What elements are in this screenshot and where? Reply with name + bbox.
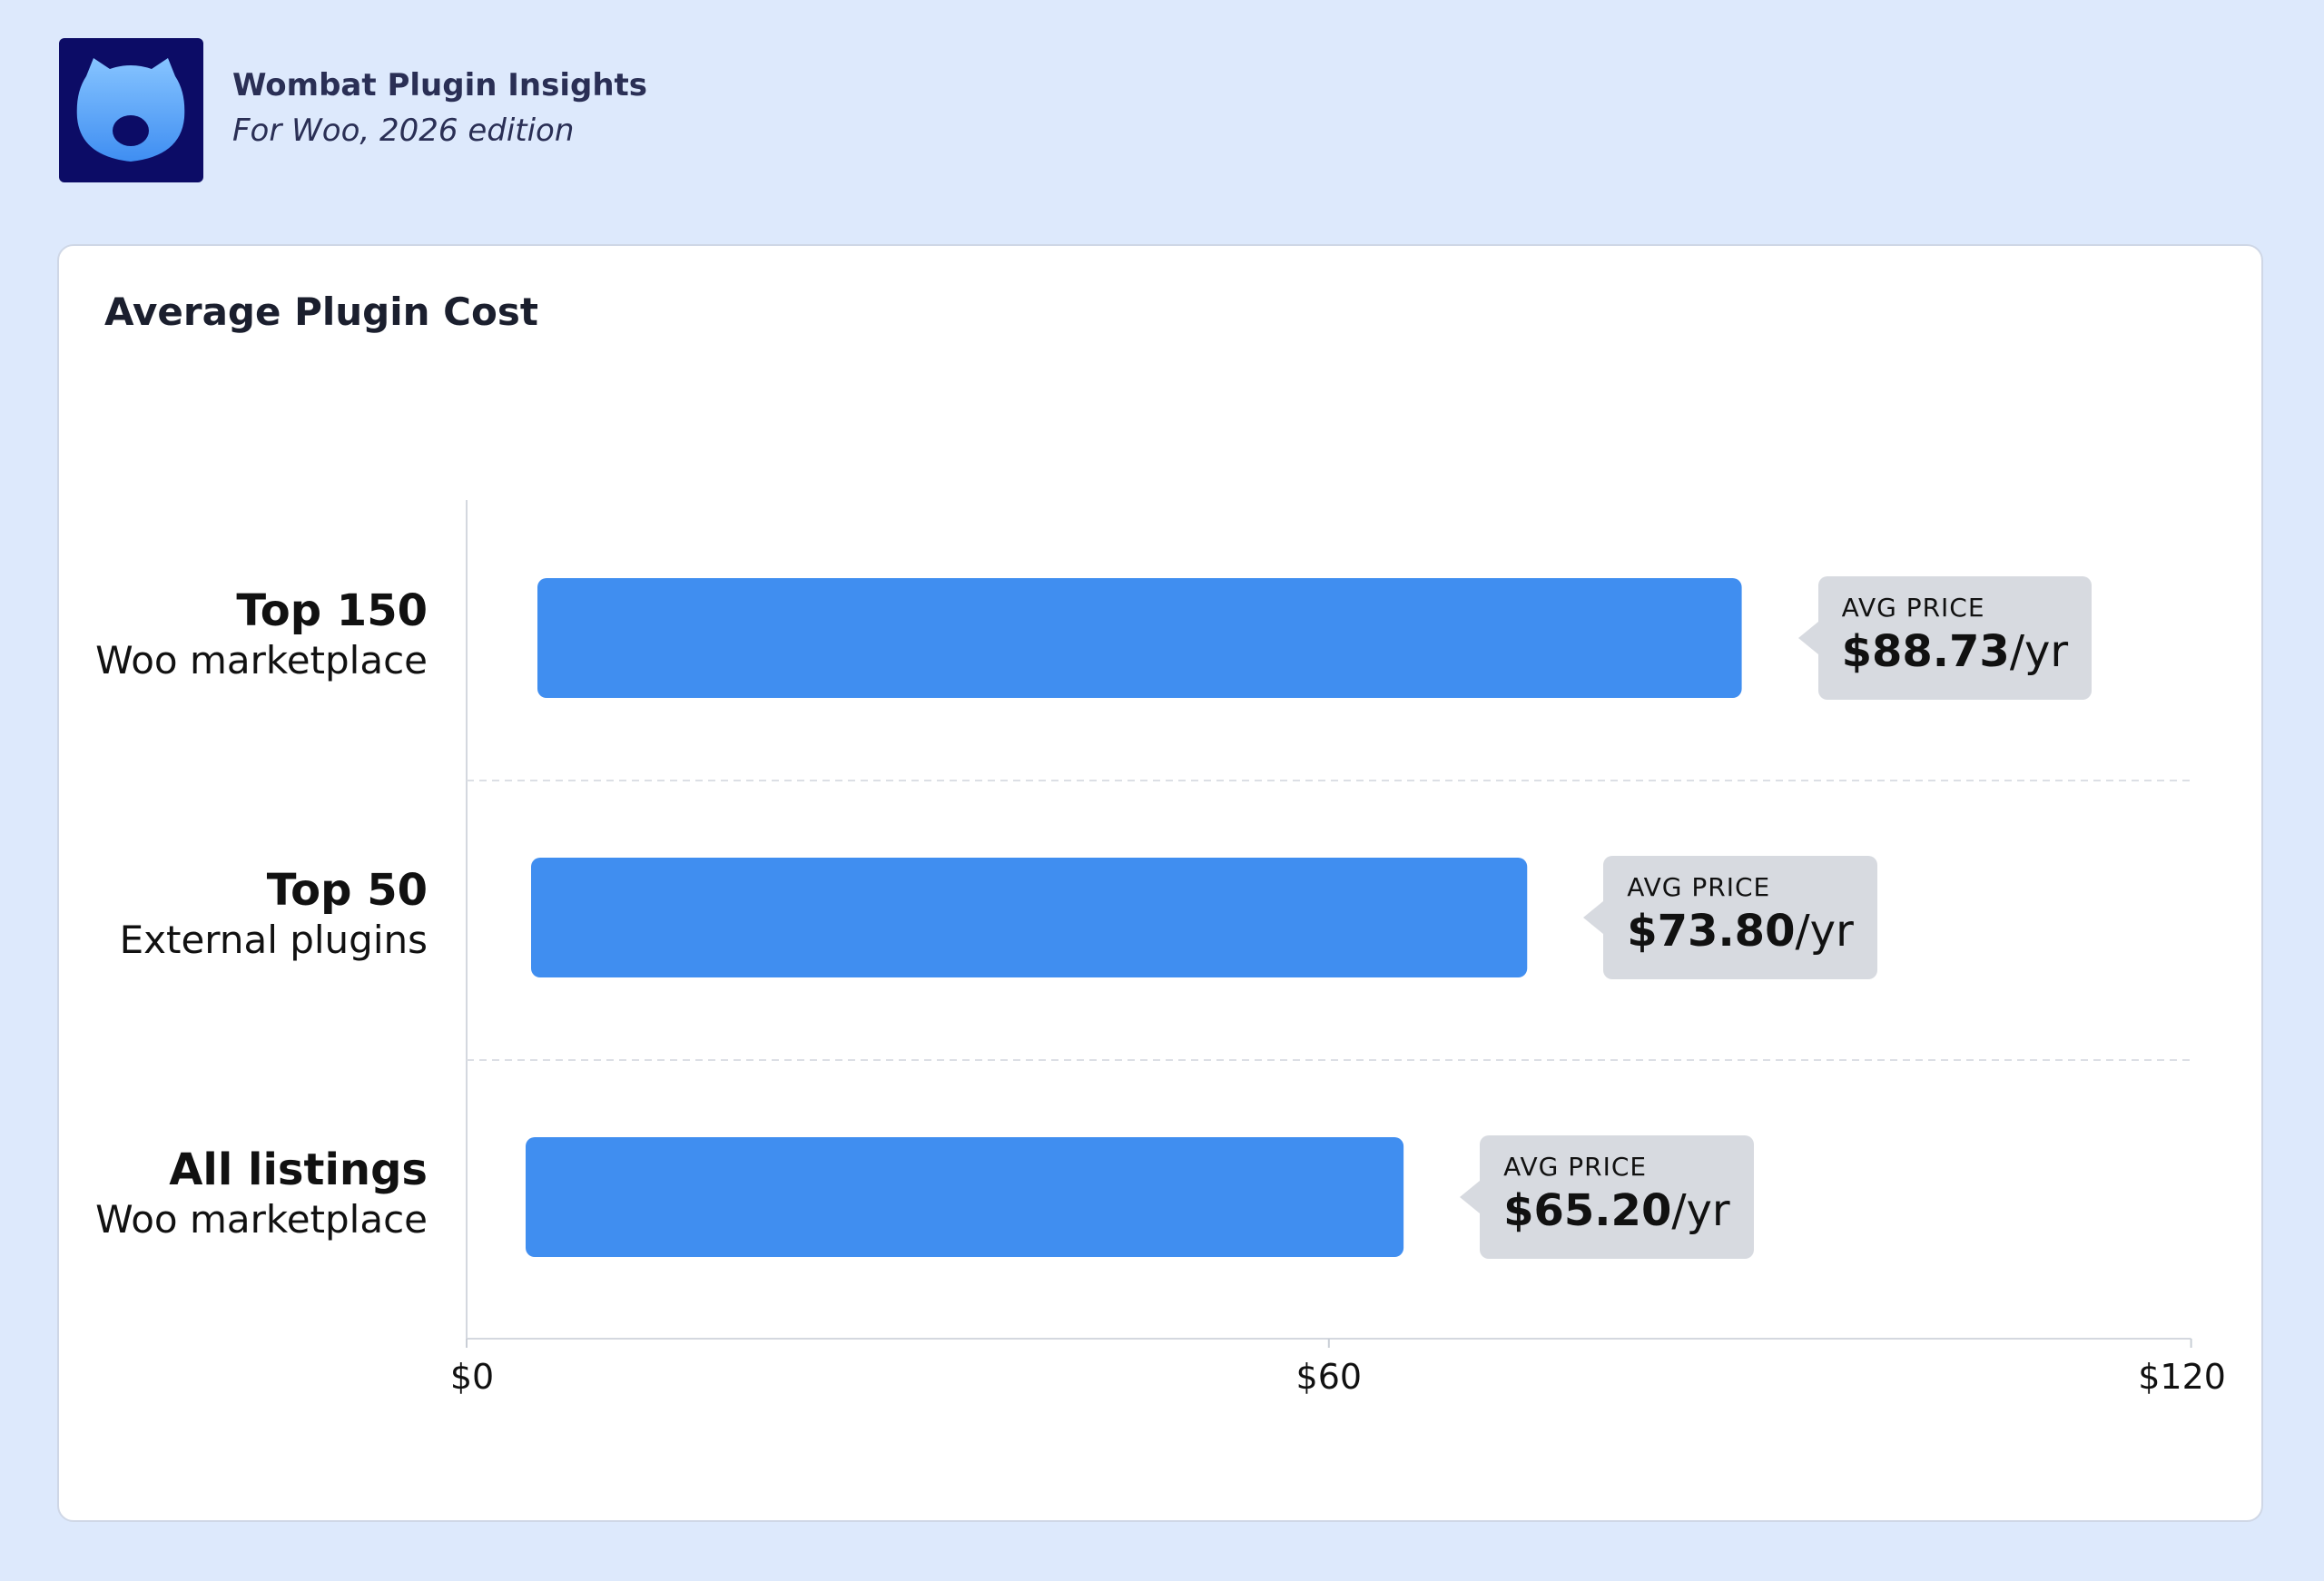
bar xyxy=(526,1137,1404,1257)
callout-amount: $65.20 xyxy=(1503,1185,1672,1236)
x-tick-label: $60 xyxy=(1295,1357,1363,1397)
callout-caption: AVG PRICE xyxy=(1503,1152,1648,1182)
category-name: All listings xyxy=(169,1144,428,1195)
brand-subtitle: For Woo, 2026 edition xyxy=(232,113,575,149)
category-label: Top 50 External plugins xyxy=(59,865,428,965)
category-sub: Woo marketplace xyxy=(95,638,428,682)
callout-value: $73.80/yr xyxy=(1627,906,1854,957)
category-name: Top 50 xyxy=(266,865,428,916)
callout-caption: AVG PRICE xyxy=(1841,593,1985,623)
chart-card: Average Plugin Cost $0 $60 $120 Top 150 Woo … xyxy=(57,244,2263,1522)
wombat-icon xyxy=(76,58,185,162)
bar xyxy=(531,858,1528,977)
category-label: All listings Woo marketplace xyxy=(59,1144,428,1244)
bar xyxy=(537,578,1742,698)
category-sub: Woo marketplace xyxy=(95,1197,428,1242)
x-tick-label: $0 xyxy=(449,1357,495,1397)
x-tick-label: $120 xyxy=(2138,1357,2226,1397)
callout-value: $88.73/yr xyxy=(1842,626,2069,677)
category-label: Top 150 Woo marketplace xyxy=(59,585,428,685)
callout-unit: /yr xyxy=(2009,626,2069,677)
value-callout: AVG PRICE $88.73/yr xyxy=(1797,576,2093,700)
value-callout: AVG PRICE $73.80/yr xyxy=(1583,856,1877,979)
brand-title: Wombat Plugin Insights xyxy=(232,67,648,103)
category-sub: External plugins xyxy=(119,918,428,962)
callout-amount: $73.80 xyxy=(1627,906,1796,957)
callout-unit: /yr xyxy=(1671,1185,1730,1236)
logo xyxy=(59,38,203,182)
category-name: Top 150 xyxy=(236,585,428,636)
callout-value: $65.20/yr xyxy=(1503,1185,1730,1236)
value-callout: AVG PRICE $65.20/yr xyxy=(1460,1135,1754,1259)
callout-amount: $88.73 xyxy=(1841,626,2010,677)
callout-unit: /yr xyxy=(1795,906,1854,957)
callout-caption: AVG PRICE xyxy=(1627,872,1771,902)
